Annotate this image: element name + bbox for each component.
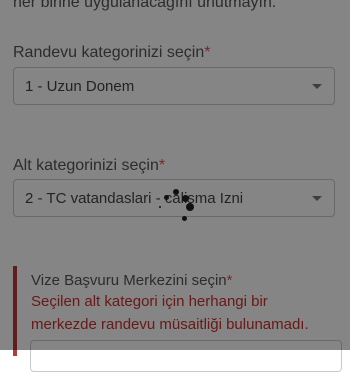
loading-spinner-icon xyxy=(156,186,196,226)
loading-overlay xyxy=(0,0,350,350)
